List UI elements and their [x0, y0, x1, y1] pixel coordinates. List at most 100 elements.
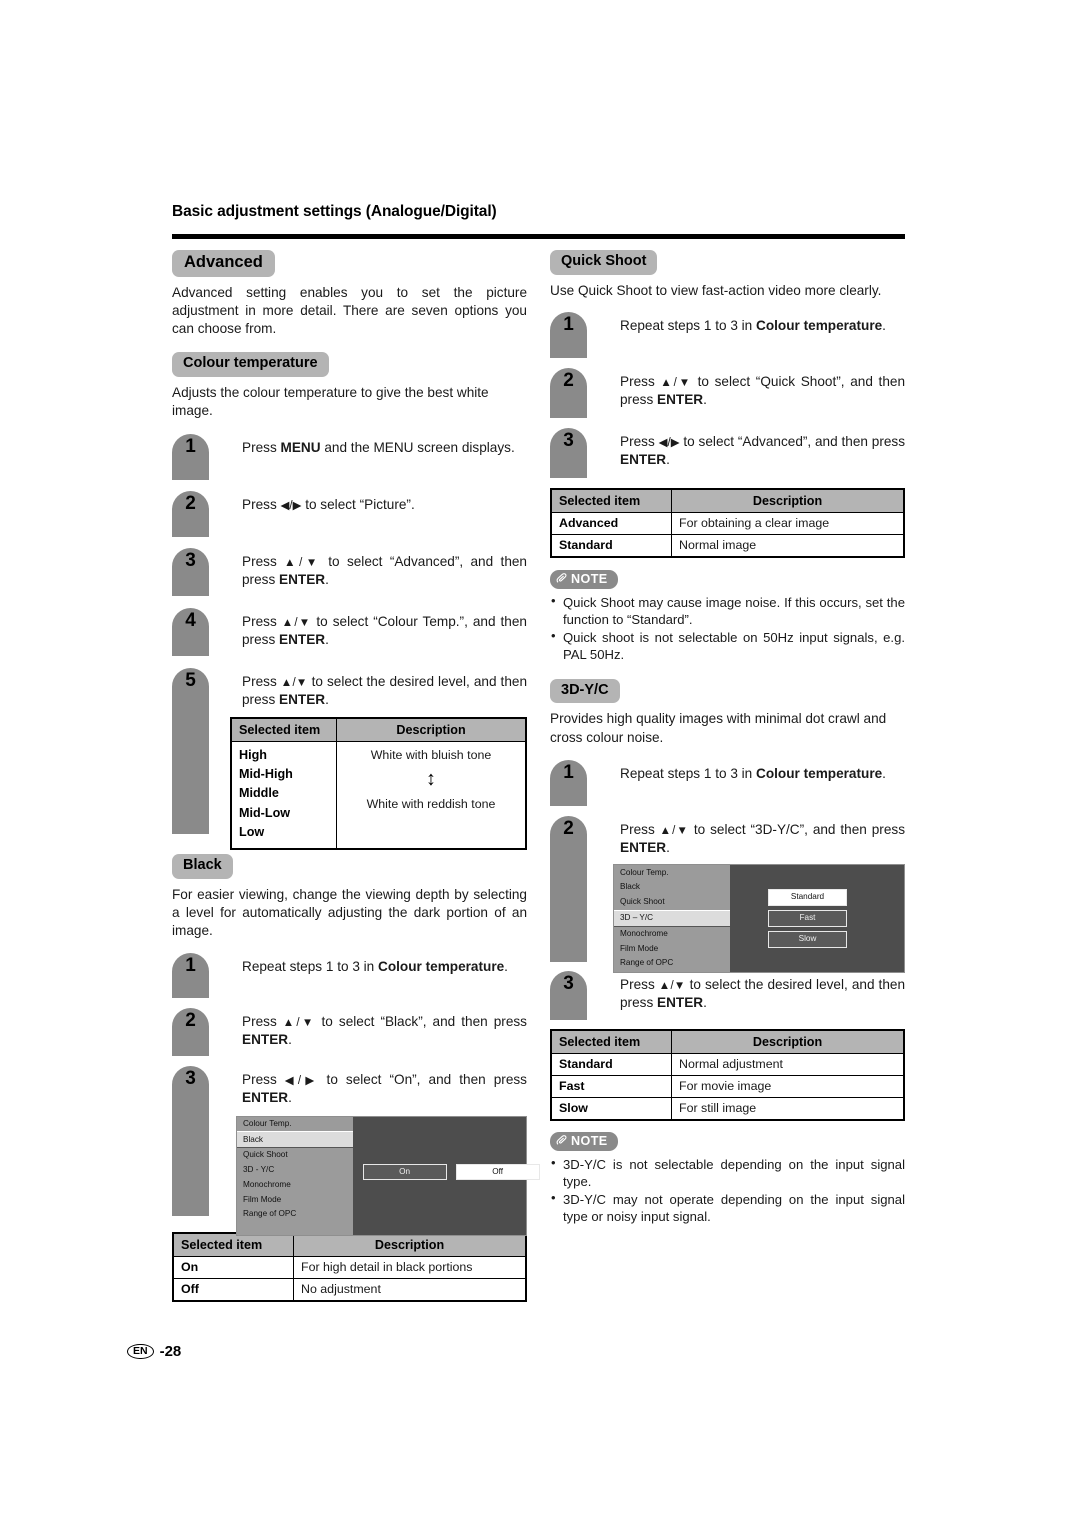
- osd-options-pane: Standard Fast Slow: [730, 865, 904, 972]
- step-text: Repeat steps 1 to 3 in Colour temperatur…: [620, 765, 886, 781]
- colour-temperature-table: Selected item Description High Mid-High …: [230, 716, 527, 851]
- osd-menu-item[interactable]: Monochrome: [237, 1178, 353, 1193]
- col-header-selected-item: Selected item: [232, 718, 337, 741]
- step-text: Press ◀/▶ to select “On”, and then press…: [242, 1071, 527, 1106]
- osd-menu-item[interactable]: Quick Shoot: [237, 1148, 353, 1163]
- osd-option-fast[interactable]: Fast: [768, 910, 847, 927]
- osd-option-on[interactable]: On: [362, 1163, 447, 1180]
- section-quick-shoot: Quick Shoot Use Quick Shoot to view fast…: [550, 250, 905, 663]
- note-badge: NOTE: [550, 1131, 618, 1151]
- section-badge-black: Black: [172, 853, 233, 879]
- note-list: 3D-Y/C is not selectable depending on th…: [550, 1155, 905, 1225]
- osd-option-standard[interactable]: Standard: [768, 889, 847, 906]
- left-column: Advanced Advanced setting enables you to…: [172, 250, 540, 1302]
- 3d-yc-steps: 1 Repeat steps 1 to 3 in Colour temperat…: [550, 759, 905, 1029]
- note-label: NOTE: [571, 571, 608, 586]
- osd-menu-item[interactable]: Range of OPC: [614, 956, 730, 971]
- step-number: 2: [185, 492, 196, 514]
- list-item: 3D-Y/C is not selectable depending on th…: [550, 1155, 905, 1190]
- advanced-body: Advanced setting enables you to set the …: [172, 284, 527, 336]
- osd-menu-item-selected[interactable]: Black: [237, 1131, 353, 1149]
- cell-description: For high detail in black portions: [293, 1255, 527, 1279]
- step-text: Press ▲/▼ to select “3D-Y/C”, and then p…: [620, 821, 905, 856]
- step-item: 3 Press ▲/▼ to select “Advanced”, and th…: [172, 547, 527, 608]
- step-item: 5 Press ▲/▼ to select the desired level,…: [172, 667, 527, 851]
- note-badge: NOTE: [550, 569, 618, 589]
- osd-option-slow[interactable]: Slow: [768, 931, 847, 948]
- osd-menu-item-selected[interactable]: 3D – Y/C: [614, 909, 730, 927]
- step-number: 3: [185, 549, 196, 571]
- pencil-icon: [556, 1134, 567, 1145]
- page-title: Basic adjustment settings (Analogue/Digi…: [172, 203, 497, 220]
- step-number: 3: [563, 972, 574, 994]
- step-text: Repeat steps 1 to 3 in Colour temperatur…: [242, 958, 508, 974]
- osd-option-off[interactable]: Off: [455, 1163, 540, 1180]
- section-badge-advanced: Advanced: [172, 250, 275, 277]
- black-body: For easier viewing, change the viewing d…: [172, 886, 527, 938]
- step-number: 1: [185, 435, 196, 457]
- description-bottom: White with reddish tone: [366, 796, 496, 811]
- osd-menu-item[interactable]: Film Mode: [614, 941, 730, 956]
- list-item: Quick Shoot may cause image noise. If th…: [550, 593, 905, 628]
- black-steps: 1 Repeat steps 1 to 3 in Colour temperat…: [172, 952, 540, 1236]
- section-black: Black For easier viewing, change the vie…: [172, 853, 540, 1302]
- list-item: High: [239, 747, 267, 762]
- header-rule: [172, 234, 905, 239]
- step-item: 1 Repeat steps 1 to 3 in Colour temperat…: [550, 311, 905, 368]
- step-item: 4 Press ▲/▼ to select “Colour Temp.”, an…: [172, 607, 527, 668]
- list-item: Middle: [239, 786, 279, 801]
- osd-menu-item[interactable]: Monochrome: [614, 927, 730, 942]
- section-colour-temperature: Colour temperature Adjusts the colour te…: [172, 352, 527, 851]
- step-text: Press ◀/▶ to select “Advanced”, and then…: [620, 433, 906, 468]
- table-row: On For high detail in black portions: [172, 1255, 527, 1279]
- table-row: Standard Normal image: [550, 533, 905, 558]
- osd-screenshot-3d-yc: Colour Temp. Black Quick Shoot 3D – Y/C …: [613, 864, 905, 974]
- col-header-description: Description: [671, 1029, 905, 1054]
- step-text: Press ▲/▼ to select “Quick Shoot”, and t…: [620, 373, 905, 408]
- step-item: 2 Press ▲/▼ to select “Black”, and then …: [172, 1007, 527, 1066]
- cell-item: Off: [172, 1277, 294, 1302]
- cell-description: No adjustment: [293, 1277, 527, 1302]
- col-header-description: Description: [671, 488, 905, 513]
- osd-menu-item[interactable]: 3D - Y/C: [237, 1163, 353, 1178]
- osd-menu-item[interactable]: Colour Temp.: [237, 1117, 353, 1132]
- double-arrow-icon: ↕: [426, 767, 436, 790]
- osd-screenshot-black: Colour Temp. Black Quick Shoot 3D - Y/C …: [236, 1115, 540, 1236]
- section-3d-yc: 3D-Y/C Provides high quality images with…: [550, 678, 905, 1225]
- table-row: Slow For still image: [550, 1096, 905, 1121]
- 3d-yc-note: NOTE 3D-Y/C is not selectable depending …: [550, 1131, 905, 1225]
- osd-menu-item[interactable]: Range of OPC: [237, 1207, 353, 1222]
- step-text: Press ▲/▼ to select “Colour Temp.”, and …: [242, 613, 527, 648]
- black-table: Selected item Description On For high de…: [172, 1231, 527, 1302]
- step-item: 1 Repeat steps 1 to 3 in Colour temperat…: [172, 952, 527, 1008]
- table-row: Fast For movie image: [550, 1074, 905, 1098]
- step-number: 1: [563, 761, 574, 783]
- osd-menu-item[interactable]: Colour Temp.: [614, 865, 730, 880]
- step-text: Press ◀/▶ to select “Picture”.: [242, 496, 415, 512]
- page-number: -28: [159, 1343, 182, 1360]
- step-number: 1: [185, 954, 196, 976]
- col-header-description: Description: [396, 722, 466, 737]
- section-badge-3d-yc: 3D-Y/C: [550, 678, 620, 704]
- table-body: High Mid-High Middle Mid-Low Low White w…: [232, 741, 525, 849]
- step-number: 3: [185, 1067, 196, 1089]
- cell-description: Normal adjustment: [671, 1052, 905, 1076]
- step-bar: [172, 667, 209, 834]
- osd-menu-item[interactable]: Quick Shoot: [614, 895, 730, 910]
- col-header-selected-item: Selected item: [172, 1232, 294, 1257]
- quick-shoot-body: Use Quick Shoot to view fast-action vide…: [550, 282, 882, 298]
- table-header-row: Selected item Description: [550, 488, 905, 513]
- step-number: 1: [563, 313, 574, 335]
- col-header-selected-item: Selected item: [550, 1029, 672, 1054]
- language-badge: EN: [127, 1343, 154, 1360]
- cell-item: On: [172, 1255, 294, 1279]
- table-header-row: Selected item Description: [172, 1232, 527, 1257]
- step-number: 3: [563, 429, 574, 451]
- osd-menu-item[interactable]: Film Mode: [237, 1193, 353, 1208]
- cell-item: Slow: [550, 1096, 672, 1121]
- list-item: Mid-Low: [239, 805, 291, 820]
- osd-menu-item[interactable]: Black: [614, 880, 730, 895]
- 3d-yc-table: Selected item Description Standard Norma…: [550, 1028, 905, 1121]
- step-number: 4: [185, 609, 196, 631]
- col-header-selected-item: Selected item: [550, 488, 672, 513]
